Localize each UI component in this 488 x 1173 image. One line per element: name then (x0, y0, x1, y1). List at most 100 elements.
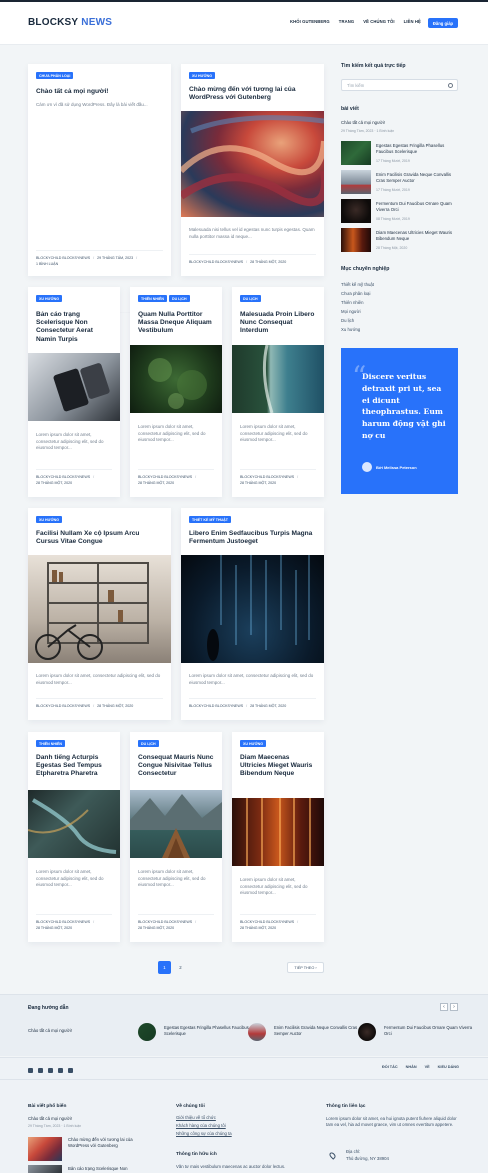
post-title[interactable]: Libero Enim Sedfaucibus Turpis Magna Fer… (189, 530, 316, 546)
sidebar-post-title[interactable]: Diam Maecenas Ultricies Mieget Wauris Bi… (376, 230, 458, 242)
signup-button[interactable]: Đăng giáp (428, 18, 458, 28)
trending-prev-button[interactable]: ‹ (440, 1003, 448, 1011)
category-link[interactable]: Mọi người (341, 309, 361, 314)
sidebar-post[interactable]: Egestas Egestas Fringilla Phasellus Fauc… (341, 141, 458, 167)
page-2-button[interactable]: 2 (174, 961, 187, 974)
footer-nav-item[interactable]: KIỂU DÁNG (438, 1065, 459, 1069)
instagram-icon[interactable] (48, 1068, 53, 1073)
post-image[interactable] (28, 555, 171, 663)
trending-thumb[interactable] (358, 1023, 376, 1041)
post-image[interactable] (181, 111, 324, 217)
footer-nav-item[interactable]: ĐỐI TÁC (382, 1065, 398, 1069)
post-author[interactable]: BLOCKYCHILD BLOCKSYNEWS (36, 475, 90, 479)
post-card[interactable]: CHƯA PHÂN LOẠI Chào tất cả mọi người! Cá… (28, 64, 171, 313)
sidebar-post[interactable]: Fermentum Dui Faucibus Ornare Quam Viver… (341, 199, 458, 225)
post-title[interactable]: Facilisi Nullam Xe cộ Ipsum Arcu Cursus … (36, 530, 163, 546)
post-author[interactable]: BLOCKYCHILD BLOCKSYNEWS (36, 256, 90, 260)
post-tag[interactable]: DU LỊCH (138, 740, 159, 747)
post-tag[interactable]: DU LỊCH (168, 295, 190, 302)
trending-thumb[interactable] (138, 1023, 156, 1041)
post-title[interactable]: Malesuada Proin Libero Nunc Consequat In… (240, 311, 316, 336)
post-image[interactable] (130, 790, 222, 858)
footer-link[interactable]: Giới thiệu về tổ chức (176, 1115, 216, 1121)
post-author[interactable]: BLOCKYCHILD BLOCKSYNEWS (36, 920, 90, 924)
sidebar-post-thumb[interactable] (341, 199, 371, 223)
sidebar-post[interactable]: Diam Maecenas Ultricies Mieget Wauris Bi… (341, 228, 458, 254)
post-image[interactable] (232, 798, 324, 866)
sidebar-post[interactable]: Enim Facilisis Gravida Neque Convallis C… (341, 170, 458, 196)
sidebar-post-title[interactable]: Fermentum Dui Faucibus Ornare Quam Viver… (376, 201, 458, 213)
post-comments[interactable]: 1 BÌNH LUẬN (36, 262, 58, 266)
post-image[interactable] (181, 555, 324, 663)
sidebar-post-thumb[interactable] (341, 141, 371, 165)
post-author[interactable]: BLOCKYCHILD BLOCKSYNEWS (36, 704, 90, 708)
search-icon[interactable] (448, 83, 453, 88)
post-title[interactable]: Chào mừng đến với tương lai của WordPres… (189, 86, 316, 102)
footer-post-thumb[interactable] (28, 1137, 62, 1161)
post-title[interactable]: Danh tiếng Acturpis Egestas Sed Tempus E… (36, 754, 112, 779)
post-author[interactable]: BLOCKYCHILD BLOCKSYNEWS (189, 704, 243, 708)
category-link[interactable]: Chưa phân loại (341, 291, 370, 296)
post-tag[interactable]: DU LỊCH (240, 295, 261, 302)
footer-post-title[interactable]: Chào mừng đến với tương lai của WordPres… (68, 1137, 148, 1150)
trending-thumb[interactable] (248, 1023, 266, 1041)
menu-item-pages[interactable]: TRANG (339, 19, 354, 24)
post-author[interactable]: BLOCKYCHILD BLOCKSYNEWS (189, 260, 243, 264)
post-tag[interactable]: XU HƯỚNG (36, 516, 63, 523)
post-image[interactable] (130, 345, 222, 413)
sidebar-post-thumb[interactable] (341, 170, 371, 194)
post-image[interactable] (28, 790, 120, 858)
post-title[interactable]: Consequat Mauris Nunc Congue Nisivitae T… (138, 754, 214, 779)
trending-item-title[interactable]: Fermentum Dui Faucibus Ornare Quam Viver… (384, 1025, 479, 1038)
post-title[interactable]: Bản cáo trạng Scelerisque Non Consectetu… (36, 311, 112, 344)
post-author[interactable]: BLOCKYCHILD BLOCKSYNEWS (138, 475, 192, 479)
post-tag[interactable]: THIÊN NHIÊN (138, 295, 167, 302)
sidebar-first-post[interactable]: Chào tất cả mọi người! (341, 120, 385, 125)
category-link[interactable]: Thiên nhiên (341, 300, 363, 305)
post-tag[interactable]: XU HƯỚNG (189, 72, 216, 79)
trending-first-item[interactable]: Chào tất cả mọi người! (28, 1028, 72, 1033)
post-card[interactable]: XU HƯỚNG Bản cáo trạng Scelerisque Non C… (28, 287, 120, 497)
menu-item-about[interactable]: VỀ CHÚNG TÔI (363, 19, 394, 24)
footer-nav-item[interactable]: VỀ (425, 1065, 430, 1069)
post-author[interactable]: BLOCKYCHILD BLOCKSYNEWS (240, 475, 294, 479)
post-title[interactable]: Chào tất cả mọi người! (36, 88, 163, 96)
post-card[interactable]: XU HƯỚNG Facilisi Nullam Xe cộ Ipsum Arc… (28, 508, 171, 720)
post-card[interactable]: THIÊN NHIÊN DU LỊCH Quam Nulla Porttitor … (130, 287, 222, 497)
post-tag[interactable]: XU HƯỚNG (240, 740, 267, 747)
post-card[interactable]: THIẾT KẾ MỸ THUẬT Libero Enim Sedfaucibu… (181, 508, 324, 720)
post-card[interactable]: THIÊN NHIÊN Danh tiếng Acturpis Egestas … (28, 732, 120, 942)
pinterest-icon[interactable] (58, 1068, 63, 1073)
trending-next-button[interactable]: › (450, 1003, 458, 1011)
category-link[interactable]: Xu hướng (341, 327, 360, 332)
category-link[interactable]: Thiết kế mỹ thuật (341, 282, 374, 287)
trending-item-title[interactable]: Enim Facilisis Gravida Neque Convallis C… (274, 1025, 369, 1038)
sidebar-post-thumb[interactable] (341, 228, 371, 252)
post-author[interactable]: BLOCKYCHILD BLOCKSYNEWS (138, 920, 192, 924)
post-image[interactable] (232, 345, 324, 413)
twitter-icon[interactable] (38, 1068, 43, 1073)
footer-link[interactable]: Khách hàng của chúng tôi (176, 1123, 226, 1129)
post-tag[interactable]: XU HƯỚNG (36, 295, 63, 302)
site-logo[interactable]: BLOCKSY NEWS (28, 17, 112, 28)
next-page-button[interactable]: TIẾP THEO › (287, 962, 324, 973)
post-card[interactable]: DU LỊCH Malesuada Proin Libero Nunc Cons… (232, 287, 324, 497)
footer-col1-first[interactable]: Chào tất cả mọi người! (28, 1116, 72, 1122)
post-title[interactable]: Quam Nulla Porttitor Massa Dneque Aliqua… (138, 311, 214, 336)
footer-post-thumb[interactable] (28, 1165, 62, 1173)
post-tag[interactable]: THIÊN NHIÊN (36, 740, 65, 747)
sidebar-post-title[interactable]: Egestas Egestas Fringilla Phasellus Fauc… (376, 143, 458, 155)
post-card[interactable]: XU HƯỚNG Chào mừng đến với tương lai của… (181, 64, 324, 276)
post-card[interactable]: DU LỊCH Consequat Mauris Nunc Congue Nis… (130, 732, 222, 942)
sidebar-post-title[interactable]: Enim Facilisis Gravida Neque Convallis C… (376, 172, 458, 184)
post-tag[interactable]: CHƯA PHÂN LOẠI (36, 72, 74, 79)
category-link[interactable]: Du lịch (341, 318, 354, 323)
menu-item-contact[interactable]: LIÊN HỆ (404, 19, 421, 24)
footer-nav-item[interactable]: NHÂN (406, 1065, 417, 1069)
search-input[interactable]: Tìm kiếm (341, 79, 458, 91)
facebook-icon[interactable] (28, 1068, 33, 1073)
post-author[interactable]: BLOCKYCHILD BLOCKSYNEWS (240, 920, 294, 924)
post-title[interactable]: Diam Maecenas Ultricies Mieget Wauris Bi… (240, 754, 316, 779)
post-card[interactable]: XU HƯỚNG Diam Maecenas Ultricies Mieget … (232, 732, 324, 942)
page-1-button[interactable]: 1 (158, 961, 171, 974)
